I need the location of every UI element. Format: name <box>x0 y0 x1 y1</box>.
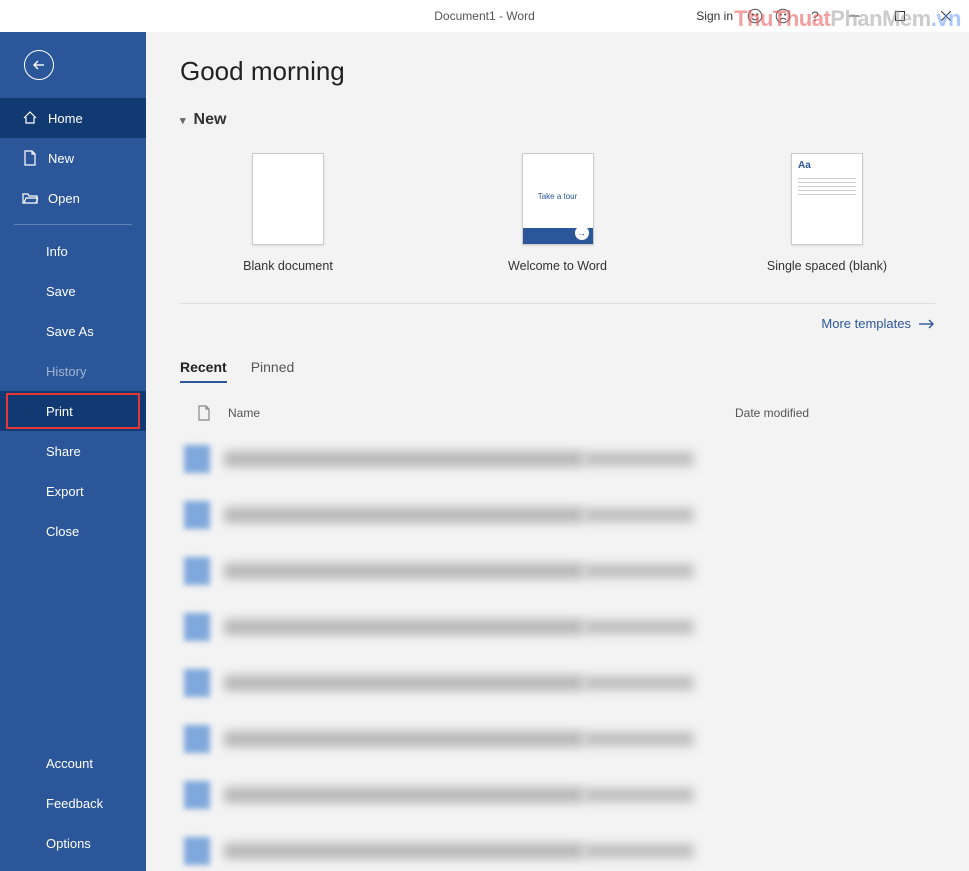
sidebar-item-share[interactable]: Share <box>0 431 146 471</box>
sidebar-spacer <box>0 551 146 743</box>
greeting-heading: Good morning <box>180 56 935 87</box>
list-item[interactable] <box>180 823 935 871</box>
sidebar-item-home[interactable]: Home <box>0 98 146 138</box>
close-button[interactable] <box>923 0 969 32</box>
recent-rows <box>180 431 935 871</box>
signin-link[interactable]: Sign in <box>696 9 733 23</box>
document-icon <box>197 405 211 421</box>
sidebar-divider <box>14 224 132 225</box>
help-icon[interactable]: ? <box>803 4 827 28</box>
col-name[interactable]: Name <box>228 406 735 420</box>
template-blank-label: Blank document <box>243 259 333 273</box>
app-body: Home New Open Info Save Save As History … <box>0 32 969 871</box>
table-header: Name Date modified <box>180 401 935 431</box>
titlebar-right: Sign in ? <box>696 0 969 32</box>
section-divider <box>180 303 935 304</box>
chevron-down-icon: ▾ <box>180 114 186 127</box>
list-item[interactable] <box>180 711 935 767</box>
sidebar-item-export[interactable]: Export <box>0 471 146 511</box>
col-icon <box>180 405 228 421</box>
template-single-label: Single spaced (blank) <box>767 259 887 273</box>
sidebar-item-print[interactable]: Print <box>0 391 146 431</box>
maximize-button[interactable] <box>877 0 923 32</box>
sidebar-item-close[interactable]: Close <box>0 511 146 551</box>
new-section-header[interactable]: ▾ New <box>180 111 935 129</box>
annotation-highlight <box>6 393 140 429</box>
template-blank[interactable]: Blank document <box>198 153 378 273</box>
sidebar-item-options[interactable]: Options <box>0 823 146 863</box>
tab-recent[interactable]: Recent <box>180 359 227 383</box>
template-welcome[interactable]: Take a tour → Welcome to Word <box>468 153 648 273</box>
happy-face-icon[interactable] <box>743 4 767 28</box>
sidebar-item-open[interactable]: Open <box>0 178 146 218</box>
content-scroll[interactable]: Good morning ▾ New Blank document Take a… <box>146 32 969 871</box>
new-section-label: New <box>194 111 227 129</box>
content: Good morning ▾ New Blank document Take a… <box>146 32 969 871</box>
sidebar-item-new[interactable]: New <box>0 138 146 178</box>
sidebar-item-save[interactable]: Save <box>0 271 146 311</box>
list-item[interactable] <box>180 767 935 823</box>
template-welcome-thumb: Take a tour → <box>522 153 594 245</box>
list-item[interactable] <box>180 543 935 599</box>
folder-open-icon <box>22 190 38 206</box>
home-icon <box>22 110 38 126</box>
sidebar-label-open: Open <box>48 191 80 206</box>
sidebar-label-new: New <box>48 151 74 166</box>
tour-text: Take a tour <box>523 192 593 201</box>
sad-face-icon[interactable] <box>771 4 795 28</box>
document-title: Document1 - Word <box>434 9 534 23</box>
minimize-button[interactable] <box>831 0 877 32</box>
more-templates-link[interactable]: More templates <box>180 316 935 331</box>
back-arrow-icon <box>24 50 54 80</box>
template-single[interactable]: Aa Single spaced (blank) <box>737 153 917 273</box>
template-blank-thumb <box>252 153 324 245</box>
sidebar-item-saveas[interactable]: Save As <box>0 311 146 351</box>
sidebar: Home New Open Info Save Save As History … <box>0 32 146 871</box>
tab-pinned[interactable]: Pinned <box>251 359 295 383</box>
sidebar-item-info[interactable]: Info <box>0 231 146 271</box>
arrow-right-icon: → <box>575 226 589 240</box>
col-date[interactable]: Date modified <box>735 406 935 420</box>
list-item[interactable] <box>180 599 935 655</box>
titlebar: Document1 - Word Sign in ? <box>0 0 969 32</box>
back-button[interactable] <box>0 32 146 98</box>
arrow-right-icon <box>919 319 935 329</box>
document-icon <box>22 150 38 166</box>
sidebar-item-history: History <box>0 351 146 391</box>
list-item[interactable] <box>180 431 935 487</box>
sidebar-item-feedback[interactable]: Feedback <box>0 783 146 823</box>
sidebar-label-home: Home <box>48 111 83 126</box>
templates-row: Blank document Take a tour → Welcome to … <box>198 153 917 273</box>
more-templates-label: More templates <box>821 316 911 331</box>
recent-tabs: Recent Pinned <box>180 359 935 383</box>
template-welcome-label: Welcome to Word <box>508 259 607 273</box>
sidebar-item-account[interactable]: Account <box>0 743 146 783</box>
list-item[interactable] <box>180 487 935 543</box>
list-item[interactable] <box>180 655 935 711</box>
template-single-thumb: Aa <box>791 153 863 245</box>
